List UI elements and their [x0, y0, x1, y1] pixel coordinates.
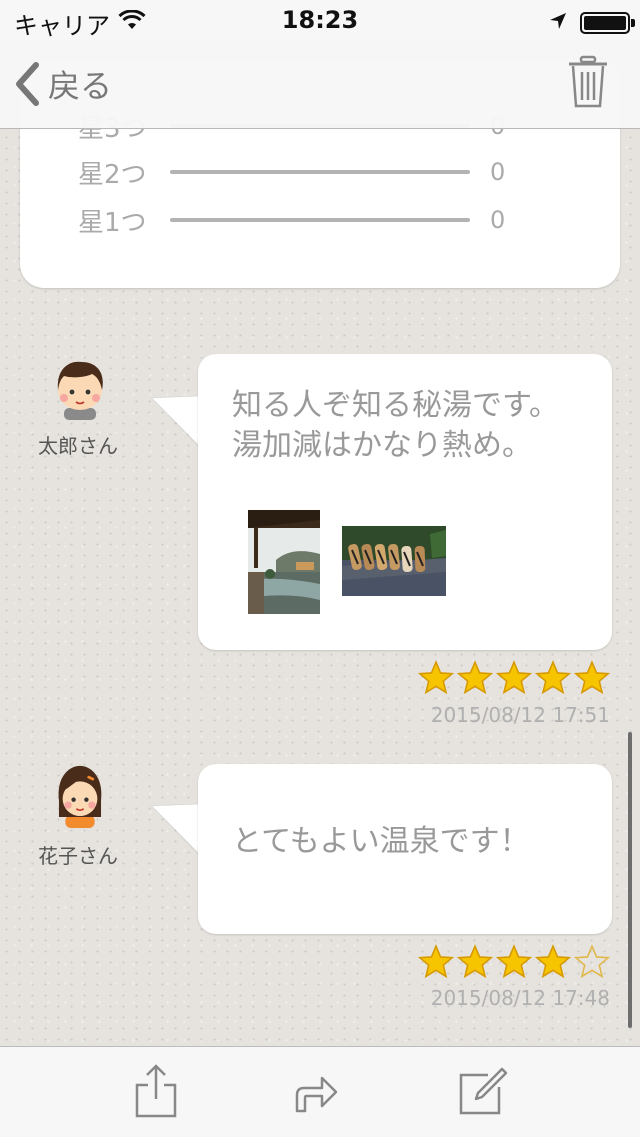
back-button[interactable]: 戻る: [14, 60, 112, 108]
trash-icon[interactable]: [566, 54, 610, 110]
bubble-tail: [150, 803, 202, 857]
review-date: 2015/08/12 17:51: [430, 703, 610, 727]
review-text: 知る人ぞ知る秘湯です。湯加減はかなり熱め。: [232, 388, 559, 463]
star-filled-icon: [496, 944, 532, 978]
rating-row: 星2つ 0: [78, 152, 598, 192]
rating-stars: [418, 944, 610, 978]
review-bubble: 知る人ぞ知る秘湯です。湯加減はかなり熱め。: [198, 354, 612, 650]
back-label: 戻る: [48, 67, 113, 105]
bubble-tail: [150, 395, 202, 449]
scroll-indicator[interactable]: [628, 732, 632, 1028]
open-air-bath-photo[interactable]: [248, 510, 320, 614]
star-filled-icon: [496, 660, 532, 694]
star-filled-icon: [457, 660, 493, 694]
status-bar: キャリア 18:23: [0, 0, 640, 40]
rating-bar: [170, 170, 470, 174]
star-filled-icon: [457, 944, 493, 978]
forward-icon[interactable]: [294, 1073, 338, 1113]
star-filled-icon: [418, 944, 454, 978]
user-name: 花子さん: [38, 844, 118, 868]
rating-row-count: 0: [490, 206, 506, 234]
user-name: 太郎さん: [38, 434, 118, 458]
avatar-girl-icon: [58, 765, 102, 828]
star-empty-icon: [574, 944, 610, 978]
rating-row-count: 0: [490, 158, 506, 186]
navigation-bar: 戻る: [0, 40, 640, 129]
star-filled-icon: [535, 660, 571, 694]
review-bubble: とてもよい温泉です！: [198, 764, 612, 934]
share-icon[interactable]: [134, 1063, 178, 1119]
wooden-sandals-photo[interactable]: [342, 526, 446, 596]
rating-row: 星1つ 0: [78, 200, 598, 240]
star-filled-icon: [574, 660, 610, 694]
review-date: 2015/08/12 17:48: [430, 986, 610, 1010]
battery-icon: [580, 12, 635, 34]
chevron-left-icon: [16, 62, 39, 106]
rating-stars: [418, 660, 610, 694]
clock: 18:23: [281, 6, 359, 34]
star-filled-icon: [418, 660, 454, 694]
avatar-boy-icon: [57, 361, 103, 420]
bottom-toolbar: [0, 1046, 640, 1137]
rating-row-label: 星1つ: [78, 207, 147, 238]
review-text: とてもよい温泉です！: [232, 824, 530, 859]
star-filled-icon: [535, 944, 571, 978]
compose-icon[interactable]: [458, 1067, 508, 1117]
rating-bar: [170, 218, 470, 222]
location-arrow-icon: [550, 13, 566, 29]
rating-row-label: 星2つ: [78, 159, 147, 190]
